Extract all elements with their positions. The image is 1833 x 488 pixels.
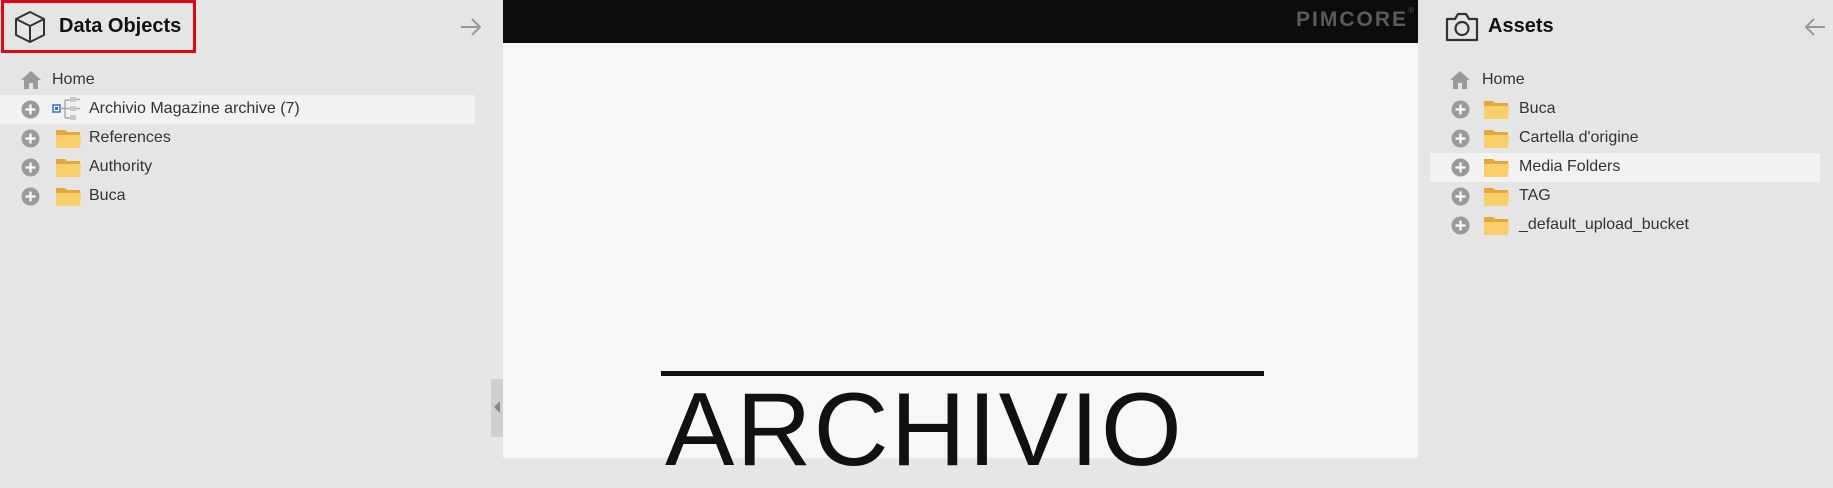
preview-panel: PIMCORE ® ARCHIVIO [503,0,1418,482]
tree-item-label: Authority [89,158,153,175]
tree-item-archivio[interactable]: Archivio Magazine archive (7) [0,95,475,124]
expand-icon[interactable] [21,129,40,148]
folder-icon [56,188,81,206]
folder-icon [1484,188,1509,206]
expand-icon[interactable] [1451,187,1470,206]
tree-item-label: TAG [1519,187,1551,204]
tree-item-home[interactable]: Home [1418,66,1833,95]
pimcore-logo: PIMCORE [1295,8,1408,31]
tree-item-buca[interactable]: Buca [0,182,491,211]
expand-icon[interactable] [21,187,40,206]
assets-header: Assets [1418,0,1833,54]
tree-item-label: Home [1482,71,1525,88]
expand-icon[interactable] [21,158,40,177]
tree-item-label: _default_upload_bucket [1519,216,1689,233]
expand-icon[interactable] [1451,100,1470,119]
tree-item-label: References [89,129,171,146]
tree-item-references[interactable]: References [0,124,491,153]
folder-icon [1484,159,1509,177]
folder-icon [56,159,81,177]
left-splitter-handle[interactable] [491,379,503,437]
tree-item-label: Media Folders [1519,158,1621,175]
expand-icon[interactable] [1451,158,1470,177]
object-tree-icon [52,97,80,120]
folder-icon [56,130,81,148]
tree-item-label: Cartella d'origine [1519,129,1639,146]
assets-panel: Assets Home Buca Cartella d'origine Medi… [1418,0,1833,458]
tree-item-media-folders[interactable]: Media Folders [1430,153,1820,182]
folder-icon [1484,130,1509,148]
registered-mark: ® [1408,6,1414,15]
arrow-right-icon[interactable] [458,14,484,40]
tree-item-label: Archivio Magazine archive (7) [89,100,300,117]
expand-icon[interactable] [1451,129,1470,148]
data-objects-tree: Home Archivio Magazine archive (7) Refer… [0,66,491,211]
tree-item-label: Buca [89,187,126,204]
tree-item-authority[interactable]: Authority [0,153,491,182]
folder-icon [1484,101,1509,119]
panel-title: Assets [1488,15,1554,37]
expand-icon[interactable] [1451,216,1470,235]
highlight-box [1,0,196,53]
data-objects-header: Data Objects [0,0,491,54]
expand-icon[interactable] [21,100,40,119]
tree-item-home[interactable]: Home [0,66,491,95]
data-objects-panel: Data Objects Home Archivio Magazine arch… [0,0,503,458]
arrow-left-small-icon [494,401,500,413]
tree-item-buca[interactable]: Buca [1418,95,1833,124]
assets-tree: Home Buca Cartella d'origine Media Folde… [1418,66,1833,240]
home-icon [21,71,41,89]
top-bar: PIMCORE ® [503,0,1418,43]
tree-item-tag[interactable]: TAG [1418,182,1833,211]
tree-item-default-upload-bucket[interactable]: _default_upload_bucket [1418,211,1833,240]
folder-icon [1484,217,1509,235]
arrow-left-icon[interactable] [1802,14,1828,40]
camera-icon [1445,12,1479,42]
tree-item-cartella-origine[interactable]: Cartella d'origine [1418,124,1833,153]
home-icon [1450,71,1470,89]
preview-title: ARCHIVIO [665,372,1184,488]
tree-item-label: Home [52,71,95,88]
tree-item-label: Buca [1519,100,1556,117]
